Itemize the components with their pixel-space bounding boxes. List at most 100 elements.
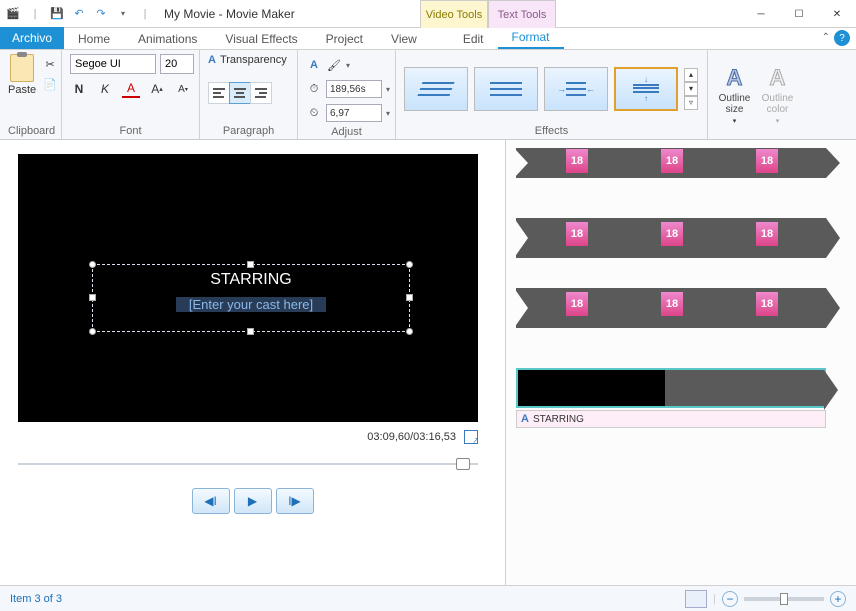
- copy-icon[interactable]: 📄: [42, 76, 58, 92]
- tab-format[interactable]: Format: [498, 27, 564, 49]
- save-icon[interactable]: 💾: [48, 5, 66, 23]
- seek-thumb[interactable]: [456, 458, 470, 470]
- text-color-icon[interactable]: 🖌: [326, 57, 342, 73]
- age-badge: 18: [756, 222, 778, 246]
- age-badge: 18: [756, 149, 778, 173]
- group-label-paragraph: Paragraph: [208, 125, 289, 137]
- start-time-icon: ⏲: [306, 105, 322, 121]
- qat-dropdown-icon[interactable]: ▾: [114, 5, 132, 23]
- edit-text-icon[interactable]: A: [306, 57, 322, 73]
- tab-file[interactable]: Archivo: [0, 27, 64, 49]
- align-left-button[interactable]: [208, 82, 230, 104]
- text-box-selection[interactable]: STARRING [Enter your cast here]: [92, 264, 410, 332]
- tab-view[interactable]: View: [377, 29, 431, 49]
- divider: |: [26, 5, 44, 23]
- shrink-font-button[interactable]: A▾: [174, 80, 192, 98]
- effect-item-3[interactable]: →←: [544, 67, 608, 111]
- workspace: STARRING [Enter your cast here] 03:09,60…: [0, 140, 856, 585]
- fullscreen-icon[interactable]: ↗: [464, 430, 478, 444]
- group-label-effects: Effects: [404, 125, 699, 137]
- context-tab-video[interactable]: Video Tools: [420, 0, 488, 28]
- group-effects: →← ↓↑ ▴▾▿ Effects: [396, 50, 708, 139]
- grow-font-button[interactable]: A▴: [148, 80, 166, 98]
- group-outline: A Outline size▾ A Outline color▾: [708, 50, 804, 139]
- age-badge: 18: [566, 149, 588, 173]
- redo-icon[interactable]: ↷: [92, 5, 110, 23]
- group-font: N K A A▴ A▾ Font: [62, 50, 200, 139]
- outline-color-button[interactable]: A Outline color▾: [759, 65, 796, 125]
- transparency-icon: A: [208, 54, 216, 66]
- tab-home[interactable]: Home: [64, 29, 124, 49]
- prev-frame-button[interactable]: ◀I: [192, 488, 230, 514]
- age-badge: 18: [661, 149, 683, 173]
- effect-item-1[interactable]: [404, 67, 468, 111]
- age-badge: 18: [566, 292, 588, 316]
- effect-item-2[interactable]: [474, 67, 538, 111]
- title-clip[interactable]: [516, 368, 826, 408]
- title-bar: 🎬 | 💾 ↶ ↷ ▾ | My Movie - Movie Maker Vid…: [0, 0, 856, 28]
- cut-icon[interactable]: ✂: [42, 56, 58, 72]
- close-button[interactable]: ✕: [818, 0, 856, 28]
- window-title: My Movie - Movie Maker: [164, 7, 295, 21]
- effect-item-4[interactable]: ↓↑: [614, 67, 678, 111]
- age-badge: 18: [756, 292, 778, 316]
- italic-button[interactable]: K: [96, 80, 114, 98]
- group-clipboard: Paste ✂ 📄 Clipboard: [0, 50, 62, 139]
- video-preview[interactable]: STARRING [Enter your cast here]: [18, 154, 478, 422]
- minimize-button[interactable]: ─: [742, 0, 780, 28]
- undo-icon[interactable]: ↶: [70, 5, 88, 23]
- app-icon: 🎬: [4, 5, 22, 23]
- align-center-button[interactable]: [229, 82, 251, 104]
- title-text[interactable]: STARRING: [93, 271, 409, 289]
- clip-strip-2[interactable]: 18 18 18: [516, 218, 826, 258]
- timeline-pane[interactable]: 18 18 18 18 18 18 18 18 18 A STARRING: [506, 140, 856, 585]
- font-size-combo[interactable]: [160, 54, 194, 74]
- tab-project[interactable]: Project: [312, 29, 377, 49]
- collapse-ribbon-icon[interactable]: ⌃: [822, 32, 830, 43]
- context-tab-text[interactable]: Text Tools: [488, 0, 556, 28]
- ribbon: Paste ✂ 📄 Clipboard N K A A▴ A▾ Font: [0, 50, 856, 140]
- age-badge: 18: [566, 222, 588, 246]
- help-icon[interactable]: ?: [834, 30, 850, 46]
- tab-visual-effects[interactable]: Visual Effects: [211, 29, 311, 49]
- play-button[interactable]: ▶: [234, 488, 272, 514]
- effects-gallery-scroll[interactable]: ▴▾▿: [684, 68, 698, 110]
- group-paragraph: A Transparency Paragraph: [200, 50, 298, 139]
- next-frame-button[interactable]: I▶: [276, 488, 314, 514]
- seek-bar[interactable]: [18, 454, 478, 474]
- maximize-button[interactable]: ☐: [780, 0, 818, 28]
- start-time-spinner[interactable]: 6,97: [326, 104, 382, 122]
- caption-label: STARRING: [533, 414, 584, 425]
- age-badge: 18: [661, 222, 683, 246]
- caption-track[interactable]: A STARRING: [516, 410, 826, 428]
- status-item-count: Item 3 of 3: [10, 593, 62, 605]
- zoom-slider[interactable]: [744, 597, 824, 601]
- ribbon-tabs: Archivo Home Animations Visual Effects P…: [0, 28, 856, 50]
- outline-color-label: Outline color: [759, 93, 796, 115]
- font-color-button[interactable]: A: [122, 80, 140, 98]
- group-label-adjust: Adjust: [306, 126, 387, 138]
- paste-button[interactable]: Paste: [8, 54, 36, 96]
- zoom-out-button[interactable]: −: [722, 591, 738, 607]
- bold-button[interactable]: N: [70, 80, 88, 98]
- tab-animations[interactable]: Animations: [124, 29, 211, 49]
- group-label-clipboard: Clipboard: [8, 125, 53, 137]
- paste-icon: [10, 54, 34, 82]
- outline-size-button[interactable]: A Outline size▾: [716, 65, 753, 125]
- zoom-in-button[interactable]: +: [830, 591, 846, 607]
- age-badge: 18: [661, 292, 683, 316]
- group-adjust: A 🖌 ▾ ⏱ 189,56s ▾ ⏲ 6,97 ▾ Adjust: [298, 50, 396, 139]
- cast-placeholder[interactable]: [Enter your cast here]: [176, 297, 326, 312]
- group-label-font: Font: [70, 125, 191, 137]
- transparency-label[interactable]: Transparency: [220, 54, 287, 66]
- duration-spinner[interactable]: 189,56s: [326, 80, 382, 98]
- text-caption-icon: A: [521, 413, 529, 425]
- view-thumbnails-button[interactable]: [685, 590, 707, 608]
- font-family-combo[interactable]: [70, 54, 156, 74]
- tab-edit[interactable]: Edit: [449, 29, 498, 49]
- clip-strip-3[interactable]: 18 18 18: [516, 288, 826, 328]
- status-bar: Item 3 of 3 | − +: [0, 585, 856, 611]
- clip-strip-1[interactable]: 18 18 18: [516, 148, 826, 178]
- preview-pane: STARRING [Enter your cast here] 03:09,60…: [0, 140, 506, 585]
- align-right-button[interactable]: [250, 82, 272, 104]
